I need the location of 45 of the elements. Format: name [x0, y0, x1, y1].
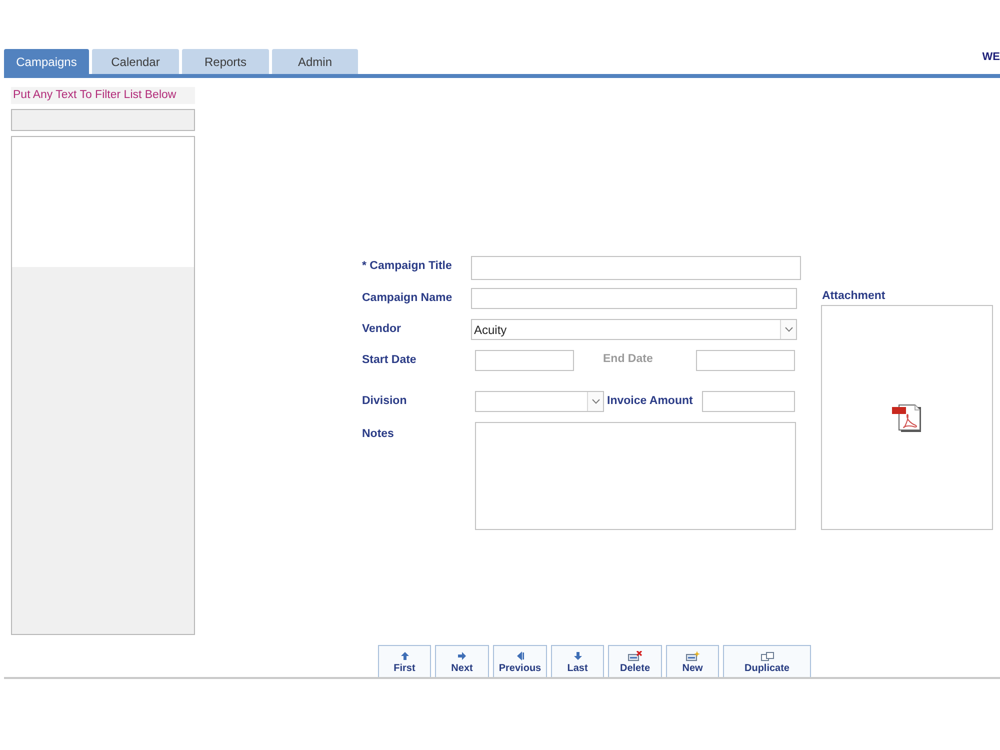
text-field[interactable] [471, 256, 801, 280]
tab[interactable]: Reports [182, 49, 269, 74]
tab[interactable]: Calendar [92, 49, 179, 74]
attachment-box[interactable] [821, 305, 993, 530]
tab[interactable]: Admin [272, 49, 358, 74]
field-label: Start Date [362, 353, 418, 367]
new-record-icon [686, 651, 700, 661]
field-label: Notes [362, 427, 395, 441]
nav-button[interactable]: New [666, 645, 719, 677]
filter-input[interactable] [11, 109, 195, 131]
field-label: Campaign Name [362, 291, 454, 305]
record-delete-icon [628, 651, 642, 661]
dropdown-button[interactable] [780, 320, 796, 339]
text-field[interactable] [475, 350, 574, 371]
dropdown-button[interactable] [587, 392, 603, 411]
attachment-label: Attachment [821, 289, 886, 304]
pdf-file-icon [892, 404, 922, 432]
header-text: WE [982, 50, 1000, 63]
field-label: End Date [603, 352, 654, 366]
field-label: Invoice Amount [607, 394, 694, 408]
nav-button[interactable]: Last [551, 645, 604, 677]
text-field[interactable] [696, 350, 795, 371]
arrow-down-icon [574, 651, 582, 661]
nav-button[interactable]: First [378, 645, 431, 677]
tab[interactable]: Campaigns [4, 49, 89, 74]
dropdown-field[interactable] [475, 391, 604, 412]
field-label: Division [362, 394, 408, 408]
field-label: Vendor [362, 322, 402, 336]
field-label: * Campaign Title [362, 259, 453, 273]
nav-button[interactable]: Previous [493, 645, 547, 677]
arrow-left-icon [516, 651, 524, 661]
text-field[interactable] [702, 391, 795, 412]
arrow-up-icon [400, 651, 408, 661]
arrow-right-icon [458, 651, 466, 661]
text-field[interactable] [471, 288, 797, 309]
dropdown-field[interactable]: Acuity [471, 319, 797, 340]
filter-label: Put Any Text To Filter List Below [11, 87, 195, 104]
chevron-down-icon [784, 327, 792, 332]
nav-button[interactable]: Duplicate [723, 645, 811, 677]
list-box[interactable] [11, 136, 195, 635]
copy-icon [760, 651, 774, 661]
nav-button[interactable]: Next [435, 645, 489, 677]
nav-button[interactable]: Delete [608, 645, 662, 677]
chevron-down-icon [592, 399, 600, 404]
notes-field[interactable] [475, 422, 796, 530]
